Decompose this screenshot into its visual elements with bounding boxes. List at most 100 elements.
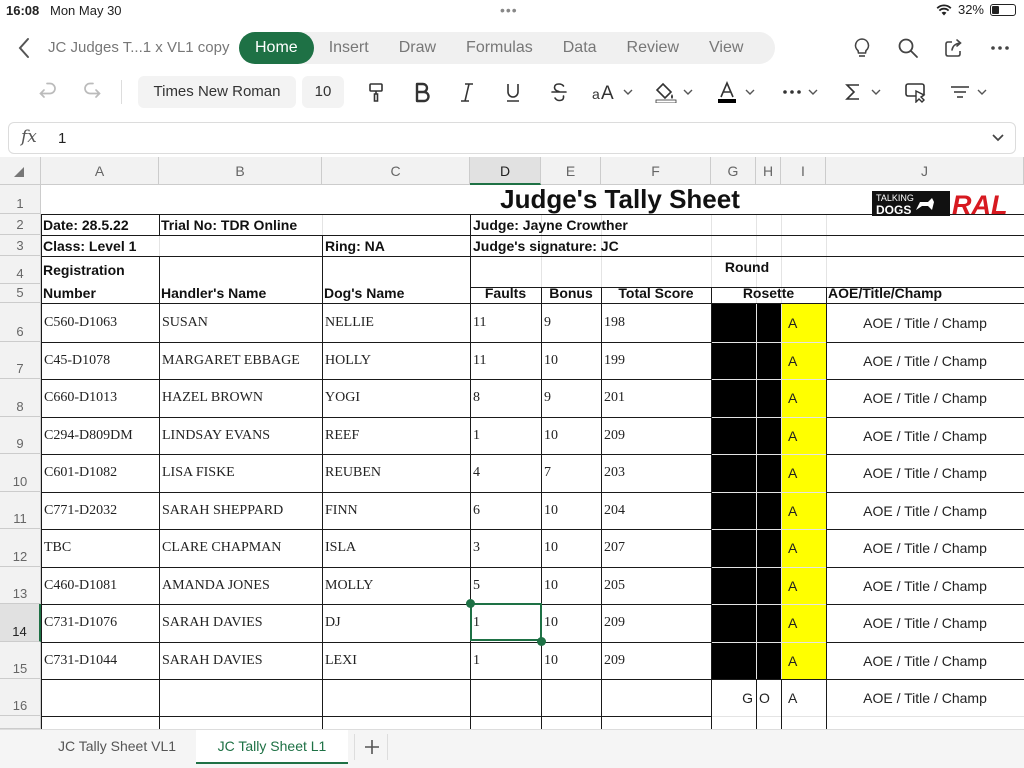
registration-number-cell[interactable]: C560-D1063 [42, 303, 158, 342]
rosette-cell[interactable]: A [782, 604, 825, 642]
back-button[interactable] [14, 36, 36, 60]
bonus-cell[interactable]: 9 [542, 379, 600, 417]
registration-number-cell[interactable]: C460-D1081 [42, 567, 158, 604]
registration-number-cell[interactable]: C601-D1082 [42, 454, 158, 492]
dog-name-cell[interactable]: FINN [323, 492, 469, 529]
aoe-cell[interactable]: AOE / Title / Champ [827, 679, 1023, 716]
column-header-b[interactable]: B [159, 157, 322, 185]
column-header-f[interactable]: F [601, 157, 711, 185]
registration-number-cell[interactable] [42, 679, 158, 716]
lightbulb-icon[interactable] [851, 37, 873, 59]
more-formatting-button[interactable] [779, 78, 821, 106]
spreadsheet-grid[interactable]: A B C D E F G H I J 1 2 3 4 5 6 7 8 9 10 11 12 13 14 15 16 Judge's… [0, 157, 1024, 729]
row-header-7[interactable]: 7 [0, 342, 41, 379]
tab-draw[interactable]: Draw [384, 32, 451, 64]
registration-number-cell[interactable]: TBC [42, 529, 158, 567]
aoe-cell[interactable]: AOE / Title / Champ [827, 303, 1023, 342]
sort-filter-button[interactable] [948, 78, 990, 106]
aoe-cell[interactable]: AOE / Title / Champ [827, 604, 1023, 642]
registration-number-cell[interactable]: C771-D2032 [42, 492, 158, 529]
aoe-cell[interactable]: AOE / Title / Champ [827, 529, 1023, 567]
faults-cell[interactable] [471, 679, 540, 716]
registration-number-cell[interactable]: C660-D1013 [42, 379, 158, 417]
rosette-cell[interactable]: A [782, 492, 825, 529]
row-header-13[interactable]: 13 [0, 567, 41, 604]
format-painter-button[interactable] [362, 78, 390, 106]
handler-name-cell[interactable]: HAZEL BROWN [160, 379, 321, 417]
total-score-cell[interactable]: 199 [602, 342, 710, 379]
fill-color-button[interactable] [654, 78, 696, 106]
rosette-cell[interactable]: A [782, 342, 825, 379]
dog-name-cell[interactable]: REUBEN [323, 454, 469, 492]
bonus-cell[interactable]: 10 [542, 567, 600, 604]
aoe-cell[interactable]: AOE / Title / Champ [827, 567, 1023, 604]
column-header-d[interactable]: D [470, 157, 541, 185]
handler-name-cell[interactable]: SARAH SHEPPARD [160, 492, 321, 529]
dog-name-cell[interactable]: HOLLY [323, 342, 469, 379]
bonus-cell[interactable] [542, 679, 600, 716]
rosette-cell[interactable]: A [782, 529, 825, 567]
rosette-g-cell[interactable]: G [712, 679, 753, 716]
selection-handle-bottom-right[interactable] [537, 637, 546, 646]
row-header-16[interactable]: 16 [0, 679, 41, 716]
bonus-cell[interactable]: 10 [542, 529, 600, 567]
column-header-i[interactable]: I [781, 157, 826, 185]
row-header-1[interactable]: 1 [0, 185, 41, 214]
total-score-cell[interactable]: 209 [602, 642, 710, 679]
row-header-5[interactable]: 5 [0, 284, 41, 303]
undo-button[interactable] [34, 78, 62, 106]
dog-name-cell[interactable]: MOLLY [323, 567, 469, 604]
share-icon[interactable] [943, 37, 965, 59]
registration-number-cell[interactable]: C45-D1078 [42, 342, 158, 379]
registration-number-cell[interactable]: C294-D809DM [42, 417, 158, 454]
faults-cell[interactable]: 6 [471, 492, 540, 529]
registration-number-cell[interactable]: C731-D1076 [42, 604, 158, 642]
total-score-cell[interactable]: 205 [602, 567, 710, 604]
row-header-6[interactable]: 6 [0, 303, 41, 342]
bonus-cell[interactable]: 10 [542, 604, 600, 642]
aoe-cell[interactable]: AOE / Title / Champ [827, 642, 1023, 679]
column-header-a[interactable]: A [41, 157, 159, 185]
bonus-cell[interactable]: 10 [542, 342, 600, 379]
search-icon[interactable] [897, 37, 919, 59]
aoe-cell[interactable]: AOE / Title / Champ [827, 379, 1023, 417]
row-header-15[interactable]: 15 [0, 642, 41, 679]
document-title[interactable]: JC Judges T...1 x VL1 copy [48, 39, 230, 56]
row-header-9[interactable]: 9 [0, 417, 41, 454]
row-header-2[interactable]: 2 [0, 214, 41, 235]
font-color-button[interactable] [716, 78, 758, 106]
rosette-o-cell[interactable]: O [757, 679, 780, 716]
bonus-cell[interactable]: 10 [542, 492, 600, 529]
handler-name-cell[interactable]: MARGARET EBBAGE [160, 342, 321, 379]
dog-name-cell[interactable]: NELLIE [323, 303, 469, 342]
faults-cell[interactable]: 11 [471, 342, 540, 379]
tab-home[interactable]: Home [239, 32, 314, 64]
row-header-14[interactable]: 14 [0, 604, 41, 642]
expand-formula-button[interactable] [989, 129, 1007, 147]
autosum-button[interactable] [842, 78, 884, 106]
faults-cell[interactable]: 11 [471, 303, 540, 342]
aoe-cell[interactable]: AOE / Title / Champ [827, 454, 1023, 492]
multitasking-dots[interactable]: ••• [500, 3, 518, 17]
aoe-cell[interactable]: AOE / Title / Champ [827, 417, 1023, 454]
column-header-c[interactable]: C [322, 157, 470, 185]
total-score-cell[interactable]: 198 [602, 303, 710, 342]
dog-name-cell[interactable]: LEXI [323, 642, 469, 679]
rosette-cell[interactable]: A [782, 642, 825, 679]
rosette-cell[interactable]: A [782, 679, 825, 716]
redo-button[interactable] [78, 78, 106, 106]
active-cell-selection[interactable] [470, 603, 542, 641]
total-score-cell[interactable]: 204 [602, 492, 710, 529]
tab-view[interactable]: View [694, 32, 758, 64]
column-header-g[interactable]: G [711, 157, 756, 185]
total-score-cell[interactable]: 207 [602, 529, 710, 567]
total-score-cell[interactable]: 203 [602, 454, 710, 492]
aoe-cell[interactable]: AOE / Title / Champ [827, 342, 1023, 379]
column-header-e[interactable]: E [541, 157, 601, 185]
bonus-cell[interactable]: 10 [542, 642, 600, 679]
row-header-11[interactable]: 11 [0, 492, 41, 529]
font-size-change-button[interactable]: aA [590, 78, 636, 106]
underline-button[interactable] [499, 78, 527, 106]
faults-cell[interactable]: 5 [471, 567, 540, 604]
dog-name-cell[interactable]: REEF [323, 417, 469, 454]
